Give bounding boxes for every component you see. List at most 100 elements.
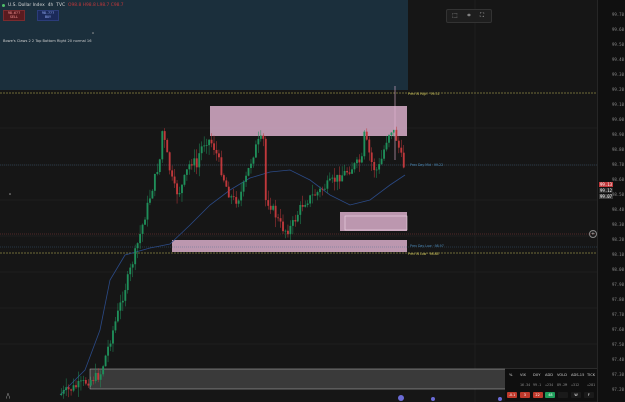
candle-body [107,346,109,356]
candle-body [119,302,122,311]
moving-average [59,169,406,396]
volume-profile-box [89,368,541,390]
candle-body [284,230,287,232]
event-icon[interactable] [431,397,435,401]
candle-body [390,132,393,136]
zone-low-right[interactable] [340,212,407,231]
candle-body [316,192,319,196]
candle-body [126,274,129,291]
price-tick-label: 97.30 [611,372,624,377]
widget-header: ADS-15 [571,373,585,377]
candle-body [262,135,265,139]
candle-body [215,149,218,154]
crosshair-dot [9,193,11,195]
candle-body [348,172,351,174]
candle-body [385,142,388,150]
candle-body [70,389,73,391]
candle-body [139,233,142,244]
price-tag-c: 99.07 [599,194,614,199]
chart-header: U.S. Dollar Index 4h TVC O98.8 H98.8 L98… [0,0,124,10]
event-icon[interactable] [398,395,404,401]
candle-body [341,175,344,182]
candle-body [304,204,307,207]
candle-body [397,140,400,148]
candle-body [205,145,208,146]
widget-chip[interactable]: 22 [532,392,543,398]
price-tick-label: 97.20 [611,387,624,392]
candle-body [77,380,80,388]
crosshair-dot [92,32,94,34]
candle-body [245,175,247,182]
candle-body [338,174,341,182]
widget-chip[interactable] [558,392,569,398]
price-tick-label: 97.80 [611,297,624,302]
price-tick-label: 99.70 [611,12,624,17]
widget-chip[interactable]: 48 [545,392,556,398]
price-scale[interactable]: 99.70 99.60 99.50 99.40 99.30 99.20 99.10 99.00… [589,0,625,402]
widget-chip[interactable]: 3 [519,392,530,398]
widget-chip[interactable]: F [583,392,594,398]
widget-chip[interactable]: W [571,392,581,398]
price-tick-label: 98.00 [611,267,624,272]
price-tick-label: 99.40 [611,57,624,62]
interval-label[interactable]: 4h [48,3,54,8]
candle-body [306,203,309,205]
indicator-label[interactable]: Bowe's Claws 2 2 Top Bottom Right 20 nor… [3,39,92,43]
symbol-title[interactable]: U.S. Dollar Index [8,3,45,8]
sell-box[interactable]: 98.6?? SELL [3,10,25,21]
candle-body [153,173,156,191]
candle-body [252,157,255,164]
candle-body [151,190,154,199]
candle-body [395,129,398,141]
widget-header: VOLD [557,373,567,377]
candle-body [358,159,361,163]
zone-bottom[interactable] [172,240,407,252]
event-icon[interactable] [498,397,502,401]
candle-body [210,139,213,144]
candle-body [274,205,277,218]
candle-body [94,372,97,382]
tag-icon[interactable]: ⌗ [465,12,473,19]
price-tick-label: 98.50 [611,192,624,197]
candle-body [190,164,193,166]
candle-body [168,152,171,171]
level-label-top: Prev W High · 99.51 [408,92,440,96]
candle-body [294,220,297,222]
price-tick-label: 98.90 [611,132,624,137]
price-tick-label: 99.50 [611,42,624,47]
candle-body [402,152,405,168]
candle-body [149,198,151,203]
candle-body [200,146,203,154]
price-tick-label: 98.70 [611,162,624,167]
price-tick-label: 99.20 [611,87,624,92]
candle-body [388,135,390,143]
candle-body [146,202,149,220]
widget-chip[interactable]: -0.1 [507,392,517,398]
fullscreen-icon[interactable]: ⛶ [478,12,486,19]
candle-body [272,205,275,210]
chart-toolbar: ⬚ ⌗ ⛶ [446,9,492,23]
zone-top[interactable] [210,106,407,136]
candle-body [235,197,238,204]
price-tick-label: 99.60 [611,27,624,32]
widget-value: 99.1 [533,383,542,387]
candle-body [116,310,119,322]
candle-body [134,248,137,265]
price-chart[interactable]: ⧸⧹ [0,0,597,402]
candle-body [232,196,235,198]
last-price-tag: 99.13 [599,182,614,187]
plus-icon[interactable]: + [589,230,597,238]
candle-body [178,193,181,195]
buy-box[interactable]: 98.??? BUY [37,10,59,21]
candle-body [242,181,245,192]
candle-body [353,163,356,170]
candle-body [296,214,299,222]
frame-icon[interactable]: ⬚ [451,12,459,19]
level-label-bottom: Prev W Low · 98.88 [408,252,439,256]
candle-body [254,144,257,158]
candle-body [267,200,270,206]
candle-body [225,180,228,187]
candle-body [92,379,95,382]
level-label-mid: Prev Day Mid · 99.22 [410,163,444,167]
candle-body [230,196,233,198]
